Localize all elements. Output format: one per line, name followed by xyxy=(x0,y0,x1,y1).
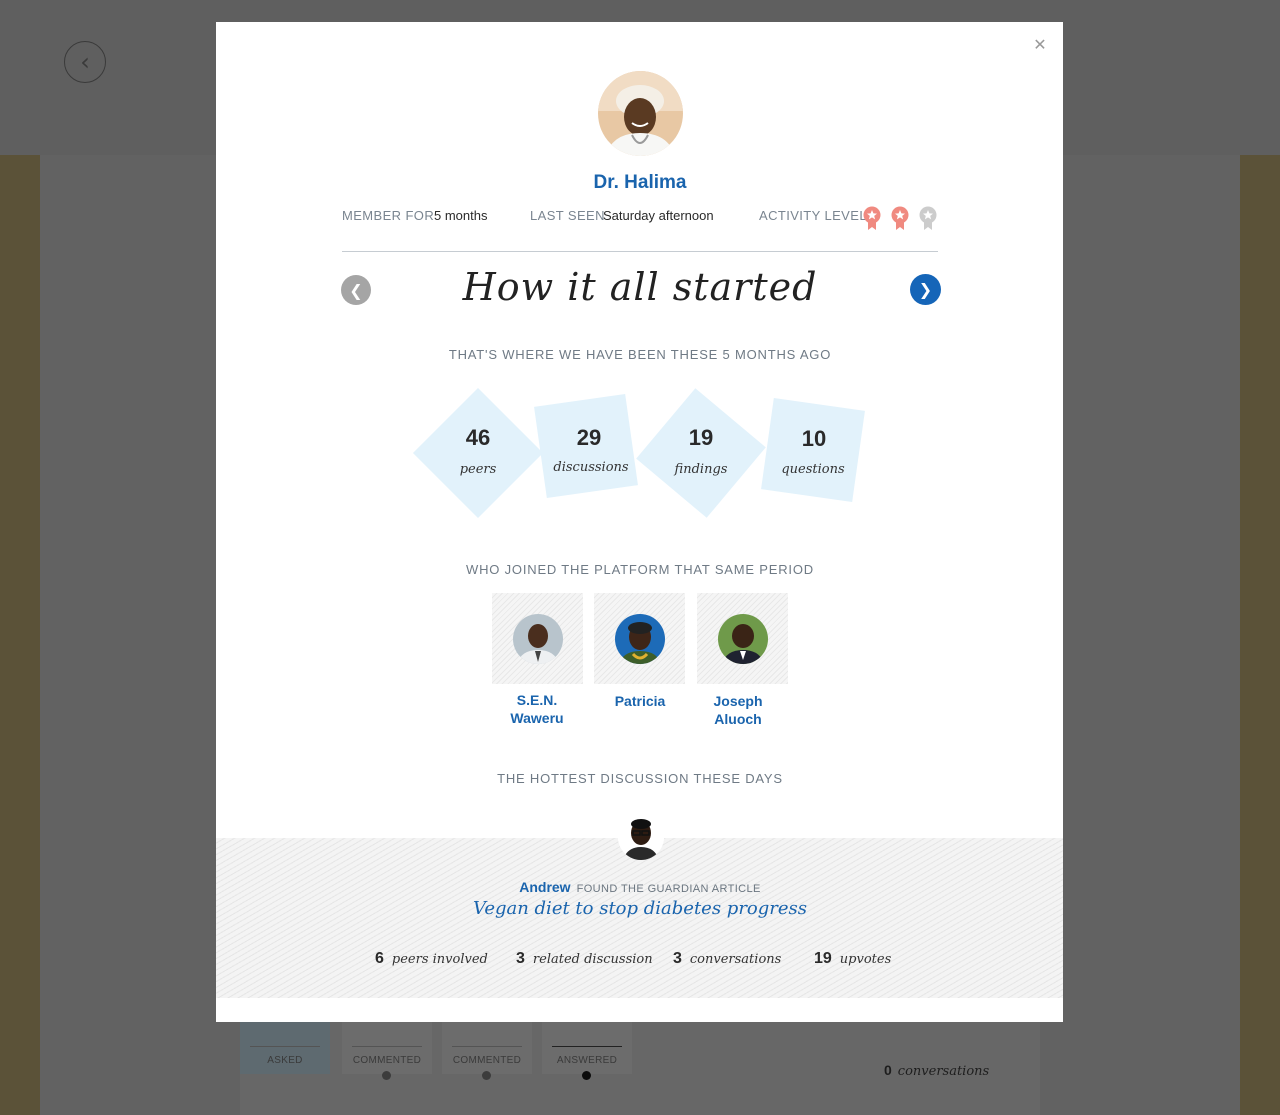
hottest-stat: 19 upvotes xyxy=(814,950,892,967)
avatar[interactable] xyxy=(513,614,563,664)
activity-level-label: ACTIVITY LEVEL xyxy=(759,208,867,223)
background-tab-label: COMMENTED xyxy=(452,1055,522,1066)
hottest-stat: 6 peers involved xyxy=(375,950,488,967)
profile-avatar xyxy=(598,71,683,156)
background-conversations-count: 0 conversations xyxy=(884,1062,990,1079)
peer-name-line: Waweru xyxy=(510,710,564,726)
peer-name-line: Patricia xyxy=(614,693,666,709)
chevron-right-icon: ❯ xyxy=(918,280,933,299)
stat-label: peers xyxy=(459,462,497,477)
timeline-dot-active xyxy=(582,1071,591,1080)
stat-value: 19 xyxy=(688,425,714,450)
star-badge-icon xyxy=(919,206,937,230)
last-seen-value: Saturday afternoon xyxy=(603,208,714,223)
timeline-dot xyxy=(382,1071,391,1080)
background-tab-label: COMMENTED xyxy=(352,1055,422,1066)
hottest-heading: THE HOTTEST DISCUSSION THESE DAYS xyxy=(497,771,783,786)
previous-slide-button[interactable]: ❮ xyxy=(341,275,371,305)
peer-name-line: Joseph xyxy=(713,693,763,709)
background-tab-commented: COMMENTED xyxy=(342,1022,432,1074)
back-button[interactable]: ‹ xyxy=(64,41,106,83)
divider xyxy=(342,251,938,252)
peer-name-line: Aluoch xyxy=(714,711,762,727)
hottest-action: FOUND THE GUARDIAN ARTICLE xyxy=(576,883,761,895)
stat-label: questions xyxy=(781,462,845,477)
timeline-dot xyxy=(482,1071,491,1080)
member-for-value: 5 months xyxy=(434,208,488,223)
background-tab-asked: ASKED xyxy=(240,1022,330,1074)
peer-name[interactable]: S.E.N. Waweru xyxy=(482,691,592,727)
next-slide-button[interactable]: ❯ xyxy=(910,274,941,305)
profile-name: Dr. Halima xyxy=(593,172,687,193)
stat-value: 46 xyxy=(465,425,491,450)
peer-name[interactable]: Patricia xyxy=(585,692,695,710)
background-tab-commented: COMMENTED xyxy=(442,1022,532,1074)
stat-value: 29 xyxy=(576,425,602,450)
member-for-label: MEMBER FOR xyxy=(342,208,435,223)
background-tab-label: ANSWERED xyxy=(556,1055,618,1066)
background-tab-label: ASKED xyxy=(267,1055,303,1066)
peer-name-line: S.E.N. xyxy=(516,692,558,708)
stat-value: 10 xyxy=(801,426,827,451)
star-badge-icon xyxy=(863,206,881,230)
hottest-stat: 3 related discussion xyxy=(516,950,653,967)
stat-label: discussions xyxy=(553,460,629,475)
background-side-right xyxy=(1240,155,1280,1115)
avatar[interactable] xyxy=(615,614,665,664)
avatar[interactable] xyxy=(718,614,768,664)
background-side-left xyxy=(0,155,40,1115)
background-tab-answered: ANSWERED xyxy=(542,1022,632,1074)
back-arrow-icon: ‹ xyxy=(80,48,90,76)
last-seen-label: LAST SEEN xyxy=(530,208,605,223)
hottest-author[interactable]: Andrew xyxy=(519,879,570,895)
avatar[interactable] xyxy=(618,814,664,860)
close-icon: ✕ xyxy=(1033,35,1047,54)
slide-title: How it all started xyxy=(462,265,818,309)
slide-intro: THAT'S WHERE WE HAVE BEEN THESE 5 MONTHS… xyxy=(448,347,832,362)
hottest-stat: 3 conversations xyxy=(673,950,782,967)
hottest-discussion-title[interactable]: Vegan diet to stop diabetes progress xyxy=(380,898,900,919)
stat-label: findings xyxy=(674,462,728,477)
star-badge-icon xyxy=(891,206,909,230)
chevron-left-icon: ❮ xyxy=(349,280,363,300)
hottest-author-line: Andrew FOUND THE GUARDIAN ARTICLE xyxy=(440,879,840,897)
joined-heading: WHO JOINED THE PLATFORM THAT SAME PERIOD xyxy=(466,562,814,577)
close-button[interactable]: ✕ xyxy=(1031,35,1049,55)
peer-name[interactable]: Joseph Aluoch xyxy=(683,692,793,728)
